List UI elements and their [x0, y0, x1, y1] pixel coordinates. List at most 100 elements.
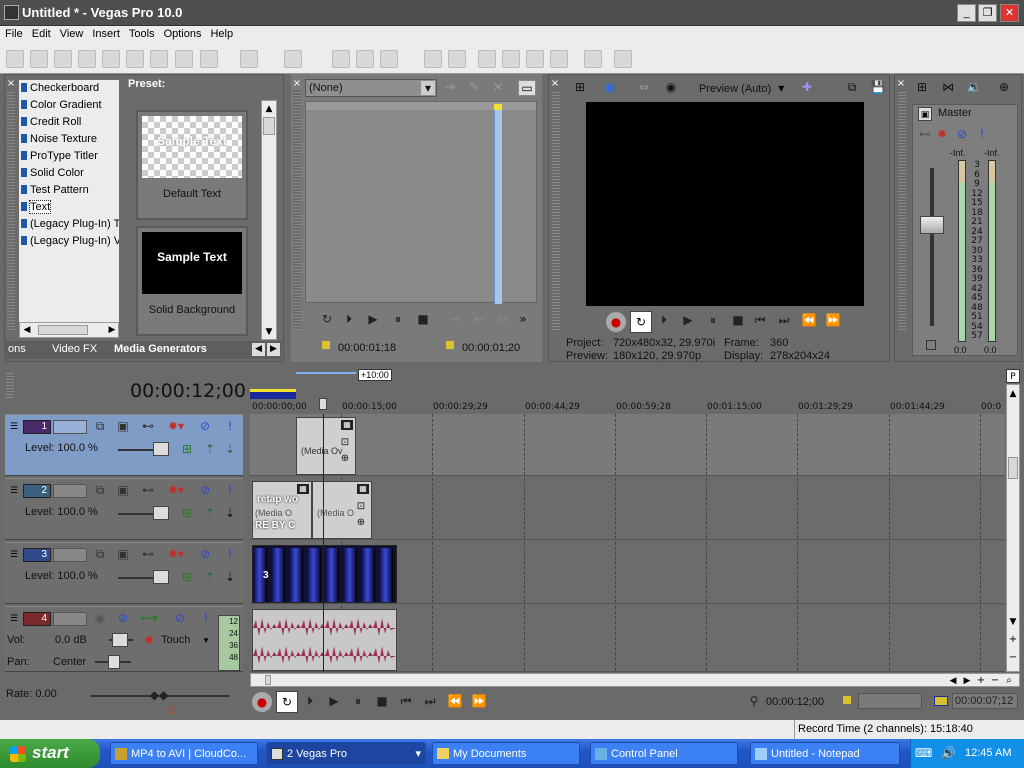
play-from-start-icon[interactable]: ⏵: [302, 694, 318, 708]
copy-snapshot-icon[interactable]: ⧉: [844, 80, 860, 94]
scroll-right-icon[interactable]: ▶: [961, 674, 973, 688]
pan-slider[interactable]: [108, 655, 120, 669]
audio-clips-group[interactable]: [252, 609, 397, 671]
preset-default-text[interactable]: Sample Text Default Text: [136, 110, 248, 220]
ripple-edit-icon[interactable]: [380, 50, 398, 68]
minimize-button[interactable]: _: [957, 4, 976, 22]
go-to-end-icon[interactable]: ⏭: [422, 694, 438, 708]
downmix-icon[interactable]: ⋈: [940, 80, 956, 94]
pause-icon[interactable]: ⏸: [350, 694, 366, 708]
selection-start-field[interactable]: [858, 693, 922, 709]
previous-frame-icon[interactable]: ⏪: [446, 694, 464, 708]
device-explorer-icon[interactable]: [584, 50, 602, 68]
motion-icon[interactable]: ⊷: [141, 483, 155, 497]
preview-quality-dropdown[interactable]: Preview (Auto) ▾: [699, 81, 784, 95]
scroll-right-icon[interactable]: ▶: [106, 323, 118, 337]
timeline-hscrollbar[interactable]: ◀ ▶ + − ⌕: [250, 673, 1020, 687]
mute-icon[interactable]: ⊘: [198, 419, 212, 433]
keyboard-icon[interactable]: ⌨: [915, 746, 932, 760]
text-clip[interactable]: retap wo (Media O RE BY C ▦: [252, 481, 312, 539]
panel-grip[interactable]: [898, 90, 906, 330]
save-icon[interactable]: [54, 50, 72, 68]
previous-frame-icon[interactable]: ⏪: [800, 313, 818, 327]
make-compositing-child-icon[interactable]: ▣: [116, 547, 130, 561]
timeline-ruler[interactable]: 00:00:00;00 00:00:15;00 00:00:29;29 00:0…: [250, 400, 1005, 414]
zoom-out-icon[interactable]: −: [989, 674, 1001, 688]
track-menu-icon[interactable]: ☰: [8, 548, 20, 562]
solo-icon[interactable]: !: [975, 127, 989, 141]
save-snapshot-icon[interactable]: 💾: [870, 80, 886, 94]
scroll-left-icon[interactable]: ◀: [21, 323, 33, 337]
menu-options[interactable]: Options: [159, 26, 206, 40]
pin-icon[interactable]: ✎: [466, 80, 482, 94]
track-lane-4[interactable]: [250, 606, 1005, 672]
expand-icon[interactable]: ⇡: [203, 570, 217, 584]
whats-this-help-icon[interactable]: [614, 50, 632, 68]
motion-icon[interactable]: ⊷: [141, 419, 155, 433]
menu-insert[interactable]: Insert: [87, 26, 124, 40]
generator-item-solid-color[interactable]: Solid Color: [19, 165, 119, 182]
track-fx-icon[interactable]: ⊷▾: [137, 611, 161, 625]
snapping-icon[interactable]: [332, 50, 350, 68]
generator-item-test-pattern[interactable]: Test Pattern: [19, 182, 119, 199]
normal-edit-tool-icon[interactable]: [478, 50, 496, 68]
track-fx-icon[interactable]: ✹▾: [165, 547, 187, 561]
master-fader[interactable]: [920, 216, 944, 234]
menu-help[interactable]: Help: [205, 26, 237, 40]
overlays-icon[interactable]: ✚: [798, 80, 816, 94]
fx-chain-icon[interactable]: ⊷: [918, 127, 932, 141]
record-icon[interactable]: ●: [252, 692, 272, 712]
pause-icon[interactable]: ⏸: [705, 313, 721, 327]
stop-icon[interactable]: ■: [374, 694, 390, 708]
video-clip[interactable]: (Media Ov ▦ ⊡ ⊕: [296, 417, 356, 475]
chevron-down-icon[interactable]: ▾: [201, 634, 211, 648]
menu-file[interactable]: File: [0, 26, 27, 40]
level-slider[interactable]: [153, 506, 169, 520]
make-compositing-child-icon[interactable]: ▣: [116, 483, 130, 497]
composite-mode-icon[interactable]: ⧉: [93, 419, 107, 433]
scroll-thumb[interactable]: [265, 675, 271, 685]
loop-playback-icon[interactable]: ↻: [630, 311, 652, 333]
tab-transitions[interactable]: ons: [8, 343, 26, 355]
track-header-4[interactable]: ☰ 4 ◉ ⊘ ⊷▾ ⊘ ! Vol: 0.0 dB ✹ Touch ▾ Pan…: [5, 606, 243, 672]
scroll-thumb[interactable]: [38, 325, 88, 335]
track-lane-1[interactable]: (Media Ov ▦ ⊡ ⊕: [250, 414, 1005, 476]
scroll-down-icon[interactable]: ▼: [1007, 615, 1019, 629]
taskbar-item-my-documents[interactable]: My Documents: [432, 742, 580, 765]
split-screen-icon[interactable]: ◉: [663, 80, 679, 94]
solo-icon[interactable]: !: [223, 547, 237, 561]
clear-icon[interactable]: ✕: [490, 80, 506, 94]
track-header-3[interactable]: ☰ 3 ⧉ ▣ ⊷ ✹▾ ⊘ ! Level: 100.0 % ⊞ ⇡ ⇣: [5, 542, 243, 604]
open-icon[interactable]: [30, 50, 48, 68]
automation-mode[interactable]: Touch: [161, 634, 190, 646]
selection-length-field[interactable]: 00:00:07;12: [952, 693, 1018, 709]
envelope-tool-icon[interactable]: [502, 50, 520, 68]
overwrite-icon[interactable]: ⇤: [472, 312, 486, 326]
track-header-1[interactable]: ☰ 1 ⧉ ▣ ⊷ ✹▾ ⊘ ! Level: 100.0 % ⊞ ⇡ ⇣: [5, 414, 243, 476]
zoom-in-icon[interactable]: +: [975, 674, 987, 688]
cut-icon[interactable]: [150, 50, 168, 68]
solo-icon[interactable]: !: [199, 611, 213, 625]
clip-menu-icon[interactable]: ⊕: [355, 516, 367, 530]
redo-icon[interactable]: [284, 50, 302, 68]
composite-mode-icon[interactable]: ⧉: [93, 483, 107, 497]
copy-icon[interactable]: [175, 50, 193, 68]
scroll-thumb[interactable]: [263, 117, 275, 135]
track-name-field[interactable]: [53, 612, 87, 626]
scroll-up-icon[interactable]: ▲: [263, 102, 275, 116]
tab-video-fx[interactable]: Video FX: [52, 343, 97, 355]
track-menu-icon[interactable]: ☰: [8, 612, 20, 626]
panel-grip[interactable]: [293, 90, 301, 330]
properties-icon[interactable]: [126, 50, 144, 68]
loop-playback-icon[interactable]: ↻: [276, 691, 298, 713]
collapse-icon[interactable]: ⇣: [223, 506, 237, 520]
close-panel-icon[interactable]: ×: [6, 77, 16, 91]
generator-item-protype-titler[interactable]: ProType Titler: [19, 148, 119, 165]
text-clip[interactable]: (Media O ▦ ⊡ ⊕: [312, 481, 372, 539]
external-monitor-icon[interactable]: ▣: [603, 80, 619, 94]
expand-icon[interactable]: ⇡: [203, 442, 217, 456]
ignore-grouping-icon[interactable]: [448, 50, 466, 68]
pan-crop-icon[interactable]: ⊡: [355, 500, 367, 514]
track-name-field[interactable]: [53, 484, 87, 498]
fx-icon[interactable]: ⇔: [636, 80, 652, 94]
